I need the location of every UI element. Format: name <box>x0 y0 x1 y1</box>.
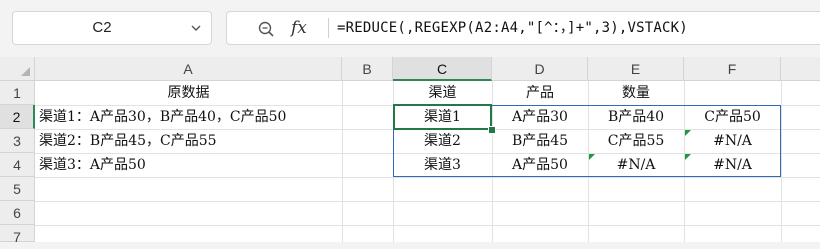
column-header-c[interactable]: C <box>393 57 492 81</box>
chevron-down-icon[interactable] <box>189 21 203 35</box>
cell-a2[interactable]: 渠道1：A产品30，B产品40，C产品50 <box>35 106 395 129</box>
row-header-5[interactable]: 5 <box>0 177 35 201</box>
cell-e4[interactable]: #N/A <box>588 154 684 177</box>
row-header-7[interactable]: 7 <box>0 225 35 245</box>
divider <box>328 18 329 38</box>
cell-d4[interactable]: A产品50 <box>492 154 588 177</box>
cell-c1[interactable]: 渠道 <box>393 82 492 105</box>
row-header-2[interactable]: 2 <box>0 105 35 129</box>
cell-f2[interactable]: C产品50 <box>684 106 781 129</box>
zoom-icon[interactable] <box>257 20 275 38</box>
select-all-corner[interactable] <box>0 57 35 81</box>
cell-d3[interactable]: B产品45 <box>492 130 588 153</box>
row-header-4[interactable]: 4 <box>0 153 35 177</box>
column-header-a[interactable]: A <box>35 57 342 81</box>
error-indicator-icon[interactable] <box>685 154 691 160</box>
cell-d2[interactable]: A产品30 <box>492 106 588 129</box>
name-box[interactable]: C2 <box>12 11 212 45</box>
select-all-icon <box>21 67 30 76</box>
formula-bar: C2 fx =REDUCE(,REGEXP(A2:A4,"[^：，]+",3),… <box>0 0 820 56</box>
cell-a4[interactable]: 渠道3：A产品50 <box>35 154 342 177</box>
gridline <box>35 225 820 226</box>
gridline <box>35 177 820 178</box>
cell-d1[interactable]: 产品 <box>492 82 588 105</box>
name-box-value[interactable]: C2 <box>13 12 191 44</box>
cell-e3[interactable]: C产品55 <box>588 130 684 153</box>
active-cell-border <box>393 104 492 130</box>
gridline <box>35 201 820 202</box>
error-indicator-icon[interactable] <box>589 154 595 160</box>
cell-a3[interactable]: 渠道2：B产品45，C产品55 <box>35 130 342 153</box>
formula-text[interactable]: =REDUCE(,REGEXP(A2:A4,"[^：，]+",3),VSTACK… <box>337 12 688 44</box>
row-header-1[interactable]: 1 <box>0 81 35 105</box>
error-indicator-icon[interactable] <box>685 130 691 136</box>
fill-handle[interactable] <box>488 126 496 134</box>
insert-function-icon[interactable]: fx <box>291 16 315 40</box>
column-header-e[interactable]: E <box>588 57 684 81</box>
row-header-3[interactable]: 3 <box>0 129 35 153</box>
cell-f3[interactable]: #N/A <box>684 130 781 153</box>
cell-f4[interactable]: #N/A <box>684 154 781 177</box>
column-header-b[interactable]: B <box>342 57 393 81</box>
cell-a1[interactable]: 原数据 <box>35 82 342 105</box>
cell-e1[interactable]: 数量 <box>588 82 684 105</box>
column-header-d[interactable]: D <box>492 57 588 81</box>
column-header-f[interactable]: F <box>684 57 781 81</box>
cell-e2[interactable]: B产品40 <box>588 106 684 129</box>
cell-c4[interactable]: 渠道3 <box>393 154 492 177</box>
cell-c3[interactable]: 渠道2 <box>393 130 492 153</box>
column-header-g[interactable] <box>781 57 820 81</box>
row-header-6[interactable]: 6 <box>0 201 35 225</box>
formula-input[interactable]: fx =REDUCE(,REGEXP(A2:A4,"[^：，]+",3),VST… <box>226 11 820 45</box>
